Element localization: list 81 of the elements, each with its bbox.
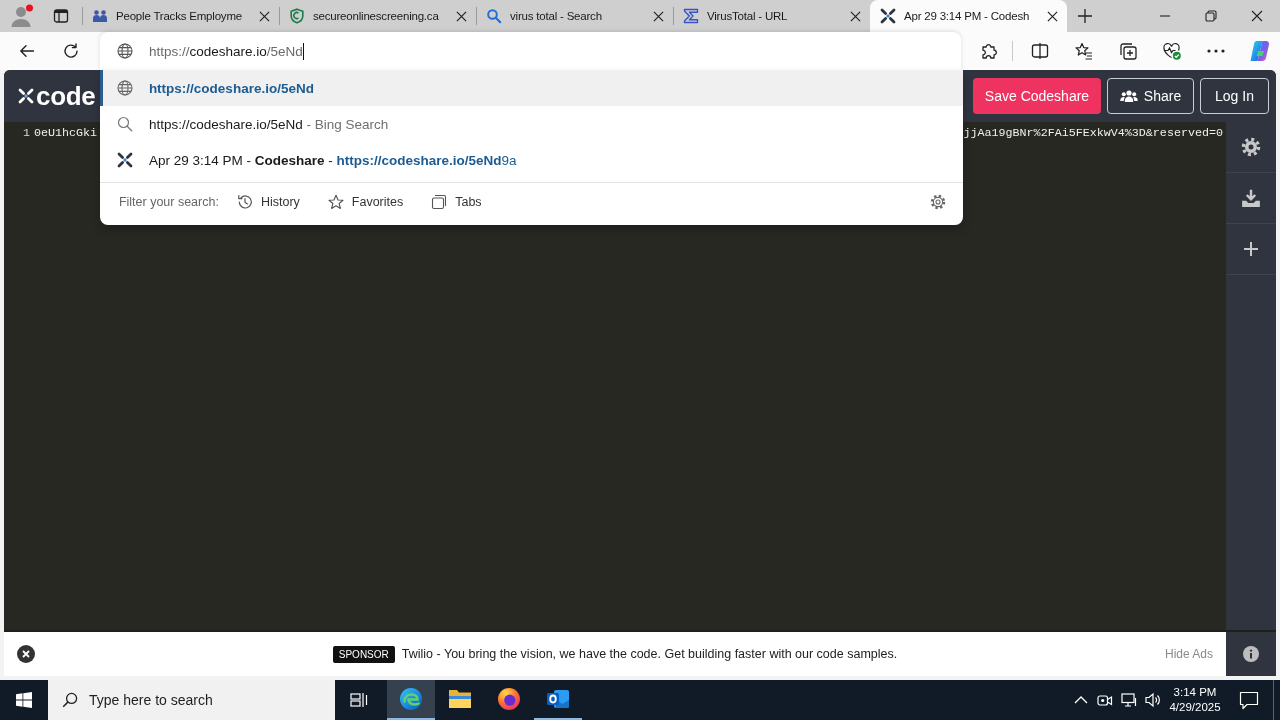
sigma-logo-icon bbox=[683, 8, 699, 24]
speaker-icon bbox=[1145, 692, 1161, 708]
task-view-icon bbox=[350, 691, 368, 709]
history-icon bbox=[236, 194, 253, 210]
collections-icon bbox=[1119, 42, 1138, 60]
star-list-icon bbox=[1075, 42, 1094, 60]
star-icon bbox=[327, 194, 344, 210]
minimize-icon bbox=[1159, 15, 1171, 17]
heart-pulse-icon bbox=[1163, 42, 1182, 60]
users-icon bbox=[1119, 89, 1138, 103]
x-logo-icon bbox=[880, 8, 896, 24]
filter-option[interactable]: Tabs bbox=[431, 194, 482, 210]
search-icon bbox=[116, 116, 133, 132]
settings-icon bbox=[929, 194, 946, 210]
code-text: 0eU1hcGki bbox=[34, 126, 98, 140]
ad-text[interactable]: Twilio - You bring the vision, we have the code. Get building faster with our code samples. bbox=[401, 647, 898, 661]
close-icon bbox=[1251, 10, 1263, 22]
close-icon[interactable] bbox=[653, 10, 664, 22]
search-icon bbox=[62, 692, 78, 708]
hide-ads-link[interactable]: Hide Ads bbox=[1164, 647, 1213, 661]
taskbar-app-button[interactable] bbox=[387, 680, 435, 720]
close-icon[interactable] bbox=[1047, 10, 1058, 22]
close-button[interactable] bbox=[17, 645, 35, 663]
swirl-logo-icon bbox=[399, 687, 423, 711]
tab-actions-icon bbox=[53, 8, 69, 24]
restore-icon bbox=[1205, 10, 1217, 22]
suggestion-item[interactable]: https://codeshare.io/5eNd bbox=[99, 70, 963, 106]
info-button[interactable] bbox=[1226, 632, 1276, 676]
filter-label: Filter your search: bbox=[118, 195, 219, 209]
share-button[interactable]: Share bbox=[1107, 78, 1194, 114]
tabs-icon bbox=[431, 194, 448, 210]
puzzle-icon bbox=[980, 42, 999, 60]
more-icon bbox=[1207, 49, 1226, 53]
download-icon bbox=[1241, 188, 1261, 208]
folder-icon bbox=[448, 687, 472, 711]
sponsor-tag: SPONSOR bbox=[332, 645, 395, 663]
browser-tab[interactable]: Apr 29 3:14 PM - Codesh bbox=[870, 0, 1067, 32]
close-icon bbox=[17, 645, 35, 663]
save-button[interactable]: Save Codeshare bbox=[973, 78, 1101, 114]
settings-icon bbox=[1241, 137, 1261, 157]
address-field[interactable]: https://codeshare.io/5eNd bbox=[99, 32, 962, 70]
suggestion-item[interactable]: Apr 29 3:14 PM - Codeshare - https://codeshare.io/5eNd9a bbox=[99, 142, 963, 178]
plus-icon bbox=[1077, 8, 1093, 24]
text-cursor bbox=[302, 42, 304, 60]
line-number: 1 bbox=[23, 126, 30, 140]
suggestion-item[interactable]: https://codeshare.io/5eNd - Bing Search bbox=[99, 106, 963, 142]
split-screen-icon bbox=[1031, 42, 1050, 60]
speech-bubble-icon bbox=[1239, 690, 1259, 710]
gradient-logo-icon bbox=[1249, 40, 1272, 62]
profile-icon bbox=[10, 4, 34, 28]
info-icon bbox=[1243, 646, 1259, 662]
login-button[interactable]: Log In bbox=[1200, 78, 1269, 114]
x-logo-icon bbox=[18, 88, 34, 104]
browser-tab[interactable]: virus total - Search bbox=[476, 0, 673, 32]
chevron-up-icon bbox=[1074, 696, 1088, 704]
back-arrow-icon bbox=[18, 43, 35, 59]
search-field[interactable]: Type here to search bbox=[48, 680, 335, 720]
browser-tab[interactable]: People Tracks Employme bbox=[82, 0, 279, 32]
close-icon[interactable] bbox=[259, 10, 270, 22]
globe-icon bbox=[116, 80, 133, 96]
browser-tab[interactable]: secureonlinescreening.ca bbox=[279, 0, 476, 32]
plus-icon bbox=[1243, 241, 1259, 257]
filter-option[interactable]: History bbox=[236, 194, 300, 210]
close-icon[interactable] bbox=[850, 10, 861, 22]
camera-icon bbox=[1097, 692, 1113, 708]
network-icon bbox=[1121, 692, 1137, 708]
people-icon bbox=[92, 8, 108, 24]
filter-option[interactable]: Favorites bbox=[327, 194, 404, 210]
windows-logo-icon bbox=[16, 692, 32, 708]
code-text: jjAa19gBNr%2FAi5FExkwV4%3D&reserved=0 bbox=[963, 126, 1223, 140]
search-icon bbox=[486, 8, 502, 24]
clock[interactable]: 3:14 PM 4/29/2025 bbox=[1165, 680, 1225, 720]
x-logo-icon bbox=[116, 152, 133, 168]
refresh-icon bbox=[62, 43, 79, 59]
shield-icon bbox=[289, 8, 305, 24]
logo-text: code bbox=[36, 80, 96, 112]
browser-tab[interactable]: VirusTotal - URL bbox=[673, 0, 870, 32]
globe-icon bbox=[116, 43, 133, 59]
mail-logo-icon bbox=[546, 687, 570, 711]
flame-logo-icon bbox=[497, 687, 521, 711]
close-icon[interactable] bbox=[456, 10, 467, 22]
